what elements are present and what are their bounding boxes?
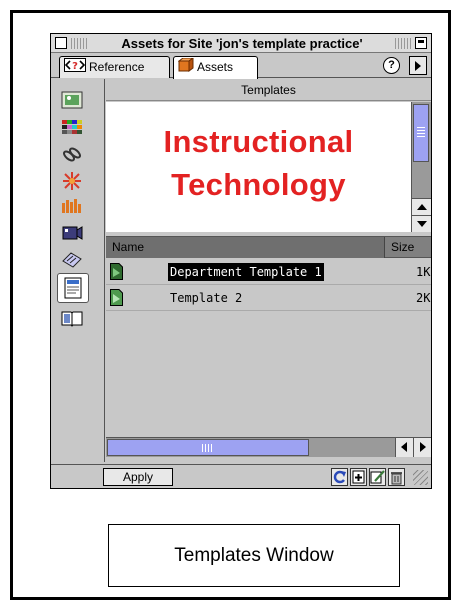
assets-icon	[177, 56, 195, 78]
template-size: 2K	[416, 291, 431, 305]
list-scroll-thumb[interactable]	[107, 439, 309, 456]
scroll-up-arrow[interactable]	[412, 198, 431, 215]
template-name: Department Template 1	[168, 263, 324, 281]
column-header-name[interactable]: Name	[106, 237, 385, 258]
templates-icon[interactable]	[57, 273, 89, 303]
list-header: Name Size	[106, 236, 431, 258]
title-grip-left	[71, 38, 87, 49]
template-size: 1K	[416, 265, 431, 279]
category-bar	[51, 79, 105, 462]
template-list: Department Template 1 1K Template 2 2K	[106, 259, 431, 437]
bottom-toolbar: Apply	[51, 464, 431, 488]
new-template-icon[interactable]	[350, 468, 367, 486]
template-preview: Instructional Technology	[106, 102, 411, 232]
caption-box: Templates Window	[108, 524, 400, 587]
section-title: Templates	[106, 79, 431, 101]
preview-heading-line1: Instructional	[163, 124, 354, 159]
help-button[interactable]: ?	[383, 57, 400, 74]
urls-icon[interactable]	[61, 145, 83, 167]
template-file-icon	[110, 289, 123, 306]
template-file-icon	[110, 263, 123, 280]
collapse-box[interactable]	[415, 37, 427, 49]
reference-icon: ?	[64, 57, 86, 78]
images-icon[interactable]	[61, 91, 83, 113]
scroll-down-arrow[interactable]	[412, 215, 431, 232]
close-box[interactable]	[55, 37, 67, 49]
preview-heading-line2: Technology	[171, 167, 346, 202]
figure-caption: Templates Window	[174, 545, 334, 566]
tab-reference[interactable]: ? Reference	[59, 56, 170, 78]
svg-text:?: ?	[72, 61, 78, 72]
apply-button[interactable]: Apply	[103, 468, 173, 486]
tab-row: ? Reference Assets ?	[51, 53, 431, 79]
table-row[interactable]: Template 2 2K	[106, 285, 431, 311]
template-name: Template 2	[170, 291, 243, 305]
title-bar[interactable]: Assets for Site 'jon's template practice…	[51, 34, 431, 53]
movies-icon[interactable]	[61, 223, 83, 245]
assets-palette: Assets for Site 'jon's template practice…	[50, 33, 432, 489]
title-grip-right	[395, 38, 411, 49]
tab-reference-label: Reference	[89, 60, 145, 74]
shockwave-icon[interactable]	[61, 197, 83, 219]
colors-icon[interactable]	[61, 119, 83, 141]
list-horizontal-scrollbar[interactable]	[106, 437, 431, 457]
edit-icon[interactable]	[369, 468, 386, 486]
preview-scrollbar[interactable]	[411, 102, 431, 232]
tab-assets-label: Assets	[197, 60, 234, 74]
resize-grip[interactable]	[413, 470, 428, 485]
scripts-icon[interactable]	[61, 249, 83, 271]
preview-scroll-thumb[interactable]	[413, 104, 429, 162]
scroll-right-arrow[interactable]	[413, 438, 431, 457]
options-menu-button[interactable]	[409, 56, 427, 75]
tab-assets[interactable]: Assets	[173, 56, 258, 79]
table-row[interactable]: Department Template 1 1K	[106, 259, 431, 285]
refresh-icon[interactable]	[331, 468, 348, 486]
library-icon[interactable]	[61, 309, 83, 331]
scroll-left-arrow[interactable]	[395, 438, 413, 457]
window-title: Assets for Site 'jon's template practice…	[121, 36, 363, 51]
trash-icon[interactable]	[388, 468, 405, 486]
column-header-size[interactable]: Size	[387, 237, 414, 258]
assets-content: Templates Instructional Technology Name …	[106, 79, 431, 462]
flash-icon[interactable]	[61, 171, 83, 193]
